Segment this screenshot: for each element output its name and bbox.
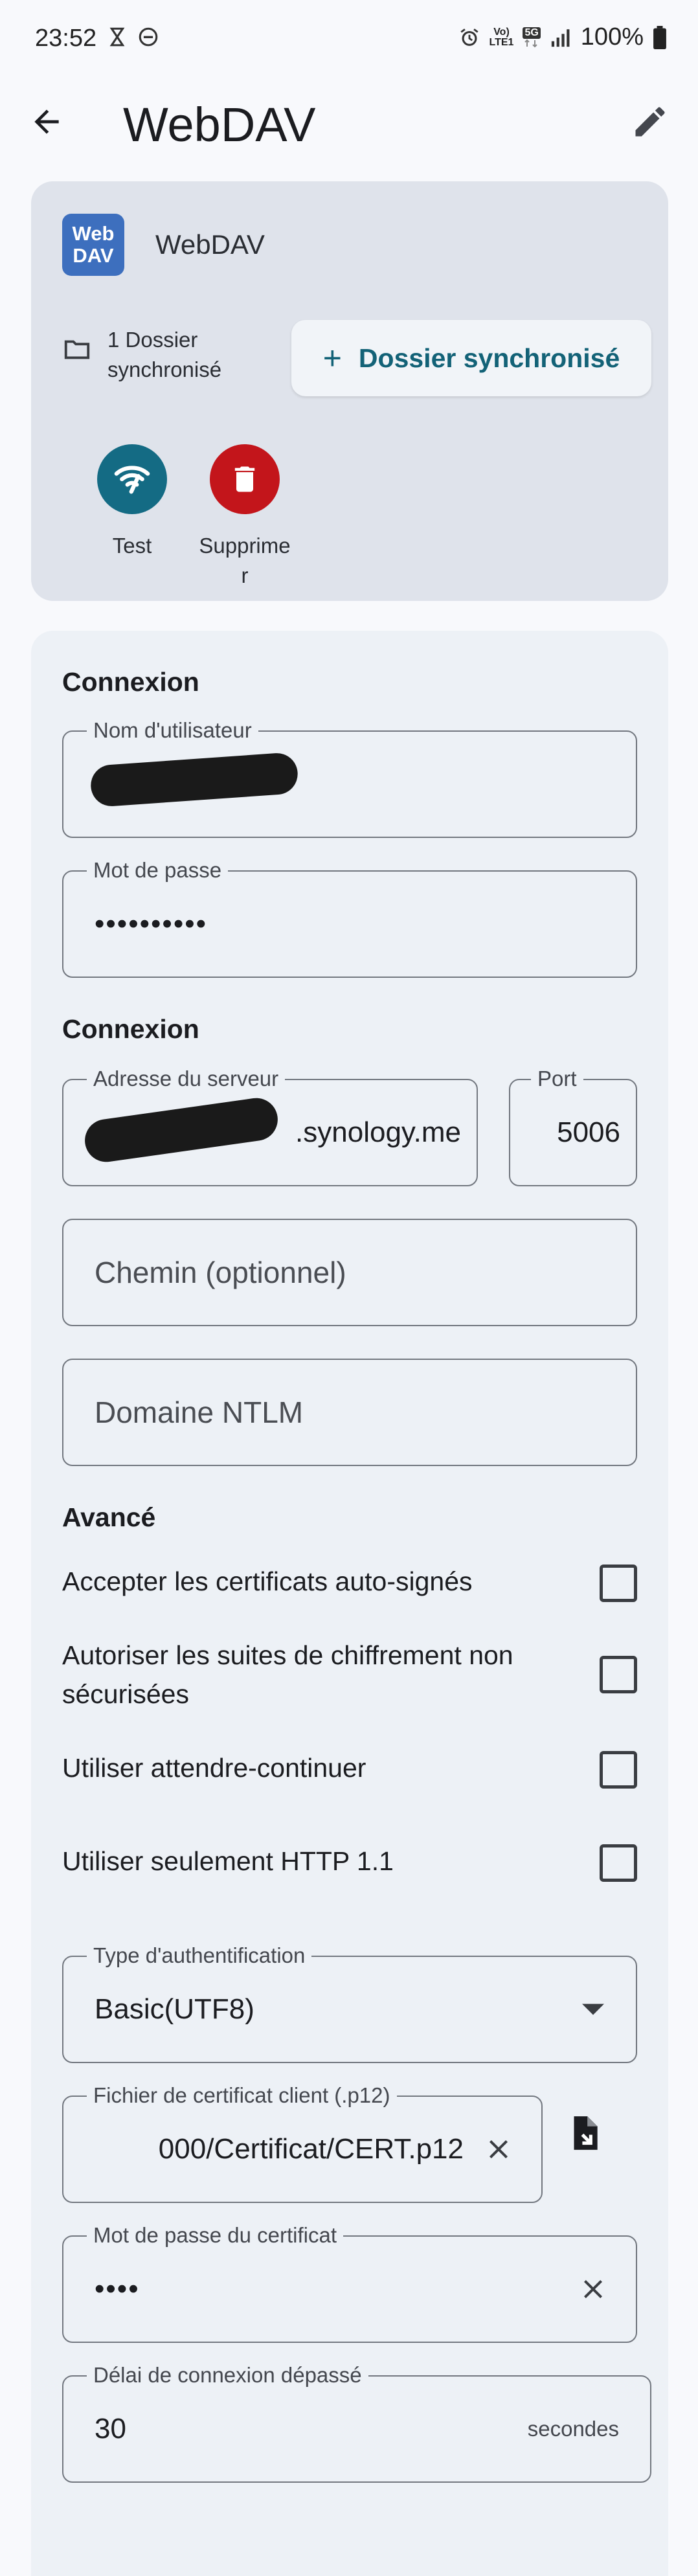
port-field[interactable]: Port 5006 bbox=[509, 1066, 637, 1186]
battery-icon bbox=[653, 25, 666, 49]
ntlm-domain-field[interactable]: Domaine NTLM bbox=[62, 1359, 637, 1466]
page-title: WebDAV bbox=[123, 98, 316, 152]
network-type-indicator: 5G bbox=[523, 27, 541, 48]
clear-cert-button[interactable] bbox=[479, 2130, 518, 2169]
check-row-self-signed[interactable]: Accepter les certificats auto-signés bbox=[62, 1562, 637, 1605]
arrow-left-icon bbox=[34, 109, 59, 134]
path-field[interactable]: Chemin (optionnel) bbox=[62, 1219, 637, 1326]
section-title-advanced: Avancé bbox=[62, 1502, 156, 1532]
status-bar: 23:52 Vo) LTE1 5G 100% bbox=[0, 0, 698, 78]
plus-icon: + bbox=[322, 340, 342, 376]
back-button[interactable] bbox=[23, 98, 70, 145]
alarm-icon bbox=[460, 28, 478, 46]
check-row-insecure-ciphers[interactable]: Autoriser les suites de chiffrement non … bbox=[62, 1636, 637, 1713]
check-row-http11[interactable]: Utiliser seulement HTTP 1.1 bbox=[62, 1842, 637, 1884]
wifi-test-icon bbox=[114, 466, 150, 494]
battery-percent: 100% bbox=[580, 23, 644, 51]
http11-checkbox[interactable] bbox=[600, 1844, 637, 1882]
client-cert-field[interactable]: Fichier de certificat client (.p12) 000/… bbox=[62, 2083, 543, 2203]
check-row-expect-continue[interactable]: Utiliser attendre-continuer bbox=[62, 1748, 637, 1791]
app-notification-icon bbox=[109, 27, 125, 47]
add-synced-folder-button[interactable]: + Dossier synchronisé bbox=[291, 320, 651, 396]
timeout-field[interactable]: Délai de connexion dépassé 30 secondes bbox=[62, 2362, 651, 2483]
account-name: WebDAV bbox=[155, 229, 265, 260]
close-icon bbox=[584, 2280, 602, 2298]
close-icon bbox=[490, 2140, 508, 2158]
trash-icon bbox=[234, 466, 255, 492]
pencil-icon bbox=[635, 107, 665, 137]
test-button[interactable]: Test bbox=[80, 444, 184, 561]
edit-button[interactable] bbox=[625, 97, 675, 146]
app-bar: WebDAV bbox=[0, 78, 698, 162]
password-field[interactable]: Mot de passe •••••••••• bbox=[62, 857, 637, 978]
synced-folders-count: 1 Dossier synchronisé bbox=[62, 325, 289, 385]
clear-cert-password-button[interactable] bbox=[574, 2270, 613, 2309]
account-card: Web DAV WebDAV 1 Dossier synchronisé + D… bbox=[31, 181, 668, 601]
volte-indicator: Vo) LTE1 bbox=[489, 26, 514, 48]
delete-button[interactable]: Supprime r bbox=[189, 444, 300, 591]
status-time: 23:52 bbox=[35, 25, 97, 52]
webdav-logo: Web DAV bbox=[62, 214, 124, 276]
file-import-icon bbox=[574, 2116, 598, 2150]
data-arrows-icon bbox=[524, 39, 537, 47]
cert-password-field[interactable]: Mot de passe du certificat •••• bbox=[62, 2222, 637, 2343]
expect-continue-checkbox[interactable] bbox=[600, 1751, 637, 1789]
do-not-disturb-icon bbox=[139, 27, 158, 47]
section-title-login: Connexion bbox=[62, 667, 199, 697]
insecure-ciphers-checkbox[interactable] bbox=[600, 1656, 637, 1693]
self-signed-checkbox[interactable] bbox=[600, 1565, 637, 1602]
folder-icon bbox=[64, 340, 90, 359]
signal-icon bbox=[551, 28, 570, 47]
pick-cert-file-button[interactable] bbox=[552, 2101, 616, 2165]
section-title-server: Connexion bbox=[62, 1014, 199, 1044]
caret-down-icon bbox=[574, 1990, 613, 2029]
auth-type-select[interactable]: Type d'authentification Basic(UTF8) bbox=[62, 1943, 637, 2063]
